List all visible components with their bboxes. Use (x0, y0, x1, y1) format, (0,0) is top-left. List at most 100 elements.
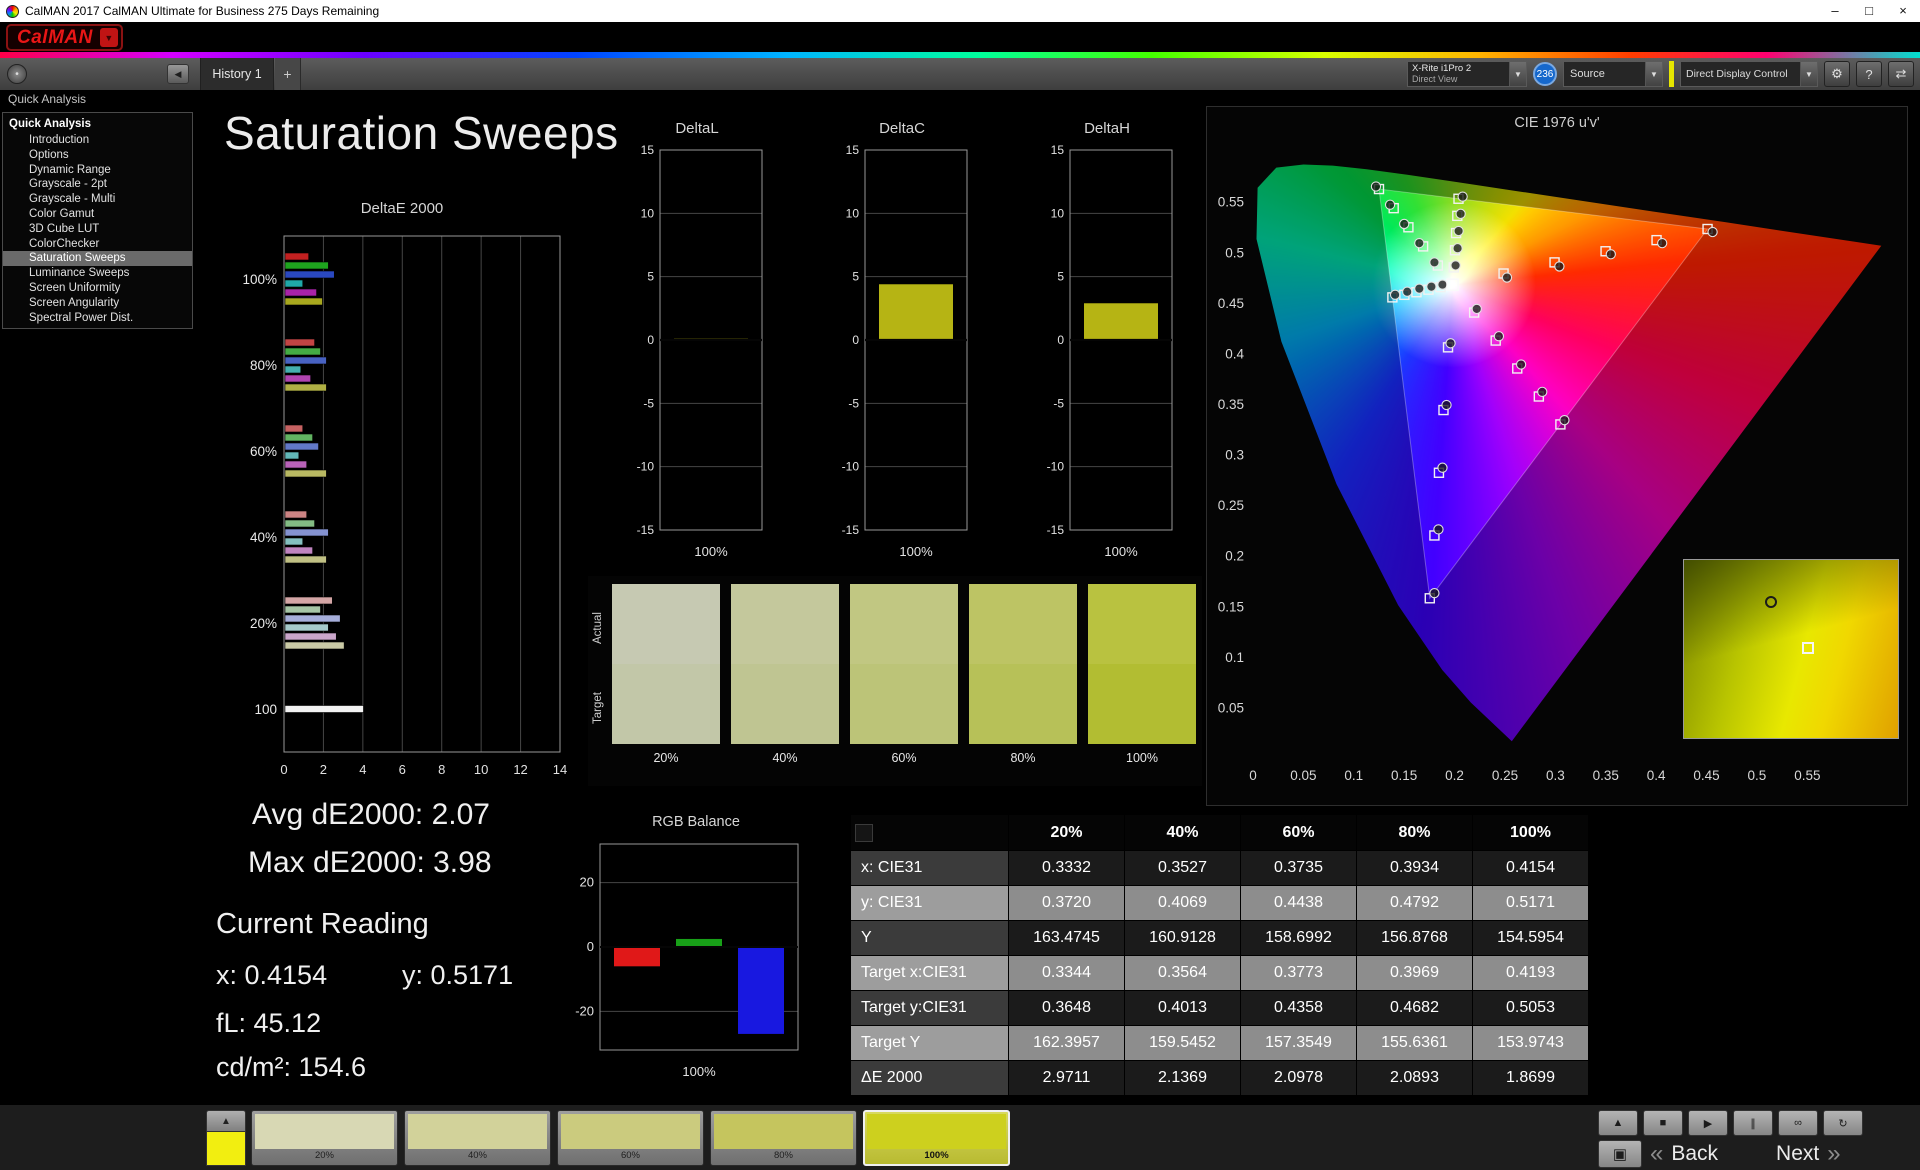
svg-text:20%: 20% (250, 616, 277, 631)
svg-text:-10: -10 (842, 460, 860, 474)
table-cell: 2.9711 (1008, 1060, 1125, 1096)
sidebar-item-screen-angularity[interactable]: Screen Angularity (3, 296, 192, 311)
swatch-label: 40% (772, 751, 798, 765)
play-button[interactable]: ▶ (1688, 1110, 1728, 1136)
brand-band: CalMAN ▼ (0, 22, 1920, 58)
display-control-dropdown[interactable]: Direct Display Control ▼ (1680, 61, 1818, 87)
target-swatch (1088, 664, 1196, 744)
workspace-dot-button[interactable]: • (7, 64, 27, 84)
transport-buttons: ▲ ■ ▶ ∥ ∞ ↻ (1598, 1110, 1863, 1136)
target-row-label: Target (592, 692, 604, 724)
current-reading-heading: Current Reading (216, 908, 429, 940)
help-button[interactable]: ? (1856, 61, 1882, 87)
sidebar-item-color-gamut[interactable]: Color Gamut (3, 207, 192, 222)
svg-text:0.3: 0.3 (1546, 768, 1565, 783)
tree-root[interactable]: Quick Analysis (3, 116, 192, 133)
table-cell: 155.6361 (1356, 1025, 1473, 1061)
level-button-40%[interactable]: 40% (404, 1110, 551, 1166)
sidebar-collapse-button[interactable]: ◀ (167, 64, 189, 84)
svg-text:0.2: 0.2 (1445, 768, 1464, 783)
sidebar-item-grayscale-2pt[interactable]: Grayscale - 2pt (3, 177, 192, 192)
sidebar-item-3d-cube-lut[interactable]: 3D Cube LUT (3, 222, 192, 237)
chevron-down-icon[interactable]: ▼ (1645, 62, 1662, 86)
sidebar-item-screen-uniformity[interactable]: Screen Uniformity (3, 281, 192, 296)
level-button-20%[interactable]: 20% (251, 1110, 398, 1166)
table-cell: 0.5171 (1472, 885, 1589, 921)
actual-swatch (850, 584, 958, 664)
reference-swatch-control: ▲ (206, 1110, 246, 1166)
refresh-button[interactable]: ↻ (1823, 1110, 1863, 1136)
svg-text:0: 0 (1057, 333, 1064, 347)
svg-text:10: 10 (846, 206, 860, 220)
table-cell: 159.5452 (1124, 1025, 1241, 1061)
svg-text:6: 6 (399, 762, 406, 777)
swatch-label: 60% (891, 751, 917, 765)
table-row-label: Target y:CIE31 (850, 990, 1009, 1026)
swatch-row: 20% 40% 60% 80% 100% (612, 584, 1196, 765)
deltae-bar (284, 374, 311, 383)
sidebar-item-introduction[interactable]: Introduction (3, 133, 192, 148)
meter-dropdown[interactable]: X-Rite i1Pro 2 Direct View ▼ (1407, 61, 1527, 87)
table-cell: 0.3720 (1008, 885, 1125, 921)
back-button[interactable]: Back (1671, 1142, 1718, 1166)
navigation-row: ▣ « Back Next » (1598, 1139, 1841, 1169)
deltah-chart: DeltaH 15 10 5 0 -5 -10 -15 100% (1032, 120, 1182, 583)
settings-gear-button[interactable]: ⚙ (1824, 61, 1850, 87)
chart-title: CIE 1976 u'v' (1514, 115, 1600, 131)
chevron-down-icon[interactable]: ▼ (1800, 62, 1817, 86)
table-corner (850, 814, 1009, 851)
table-cell: 0.3773 (1240, 955, 1357, 991)
deltae-bar (284, 424, 304, 433)
sidebar-item-colorchecker[interactable]: ColorChecker (3, 237, 192, 252)
tab-history-1[interactable]: History 1 (200, 58, 274, 90)
close-button[interactable]: × (1886, 0, 1920, 22)
reference-color-swatch (206, 1132, 246, 1166)
logo-dropdown-icon[interactable]: ▼ (99, 28, 118, 47)
tab-add-button[interactable]: + (275, 58, 301, 90)
swap-panel-button[interactable]: ⇄ (1888, 61, 1914, 87)
level-button-60%[interactable]: 60% (557, 1110, 704, 1166)
sidebar-item-luminance-sweeps[interactable]: Luminance Sweeps (3, 266, 192, 281)
deltae-bar (284, 596, 333, 605)
minimize-button[interactable]: – (1818, 0, 1852, 22)
sidebar-item-options[interactable]: Options (3, 148, 192, 163)
deltae-bar (284, 546, 313, 555)
maximize-button[interactable]: □ (1852, 0, 1886, 22)
sidebar-item-spectral-power-dist-[interactable]: Spectral Power Dist. (3, 311, 192, 326)
eject-button[interactable]: ▲ (1598, 1110, 1638, 1136)
chevron-down-icon[interactable]: ▼ (1509, 62, 1526, 86)
actual-swatch (969, 584, 1077, 664)
sidebar-item-grayscale-multi[interactable]: Grayscale - Multi (3, 192, 192, 207)
chart-title: DeltaC (879, 120, 925, 137)
svg-text:0.35: 0.35 (1218, 397, 1244, 412)
saturation-swatch: 60% (850, 584, 958, 765)
table-cell: 0.3969 (1356, 955, 1473, 991)
app-window: CalMAN 2017 CalMAN Ultimate for Business… (0, 0, 1920, 1170)
deltac-chart: DeltaC 15 10 5 0 -5 -10 -15 100% (827, 120, 977, 583)
table-cell: 154.5954 (1472, 920, 1589, 956)
source-dropdown[interactable]: Source ▼ (1563, 61, 1663, 87)
loop-button[interactable]: ∞ (1778, 1110, 1818, 1136)
level-button-80%[interactable]: 80% (710, 1110, 857, 1166)
table-cell: 153.9743 (1472, 1025, 1589, 1061)
pause-button[interactable]: ∥ (1733, 1110, 1773, 1136)
analysis-tree: Quick Analysis Introduction Options Dynamic… (2, 112, 193, 330)
svg-text:0.1: 0.1 (1225, 650, 1244, 665)
stop-button[interactable]: ■ (1643, 1110, 1683, 1136)
svg-text:0.35: 0.35 (1593, 768, 1619, 783)
table-row-label: y: CIE31 (850, 885, 1009, 921)
level-button-100%[interactable]: 100% (863, 1110, 1010, 1166)
table-cell: 0.3527 (1124, 850, 1241, 886)
source-label: Source (1570, 68, 1605, 80)
avg-de2000-stat: Avg dE2000: 2.07 (252, 798, 490, 831)
meter-mode: Direct View (1412, 74, 1458, 84)
target-swatch (731, 664, 839, 744)
eject-button[interactable]: ▲ (206, 1110, 246, 1132)
next-button[interactable]: Next (1776, 1142, 1819, 1166)
table-cell: 0.3332 (1008, 850, 1125, 886)
sidebar-item-dynamic-range[interactable]: Dynamic Range (3, 163, 192, 178)
sidebar-item-saturation-sweeps[interactable]: Saturation Sweeps (3, 251, 192, 267)
calman-logo-menu[interactable]: CalMAN ▼ (6, 24, 123, 51)
svg-text:100%: 100% (682, 1064, 716, 1079)
frame-button[interactable]: ▣ (1598, 1140, 1642, 1168)
